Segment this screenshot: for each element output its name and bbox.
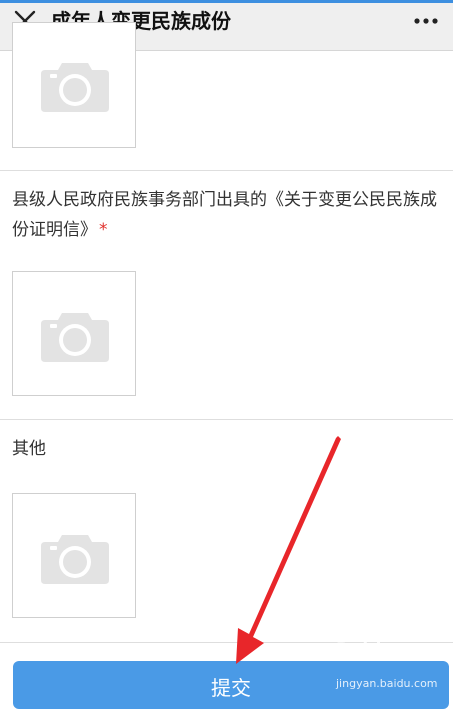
section-label-other: 其他 [12, 439, 46, 459]
watermark-url: jingyan.baidu.com [336, 677, 438, 690]
upload-photo-box-certificate[interactable] [12, 271, 136, 396]
camera-icon [41, 63, 109, 112]
required-mark: * [99, 220, 108, 240]
camera-icon [41, 313, 109, 362]
section-label-certificate: 县级人民政府民族事务部门出具的《关于变更公民民族成份证明信》 * [12, 185, 442, 245]
camera-icon [41, 535, 109, 584]
section-divider [0, 170, 453, 171]
upload-photo-box[interactable] [12, 22, 136, 148]
watermark-sub: 经验 [394, 645, 422, 661]
more-options-button[interactable] [413, 11, 439, 31]
section-divider [0, 419, 453, 420]
watermark-brand: Baidu [336, 640, 396, 660]
more-dots-icon [414, 18, 438, 24]
baidu-jingyan-watermark: Baidu 经验 jingyan.baidu.com [336, 640, 451, 696]
certificate-label-text: 县级人民政府民族事务部门出具的《关于变更公民民族成份证明信》 [12, 190, 437, 240]
upload-photo-box-other[interactable] [12, 493, 136, 618]
